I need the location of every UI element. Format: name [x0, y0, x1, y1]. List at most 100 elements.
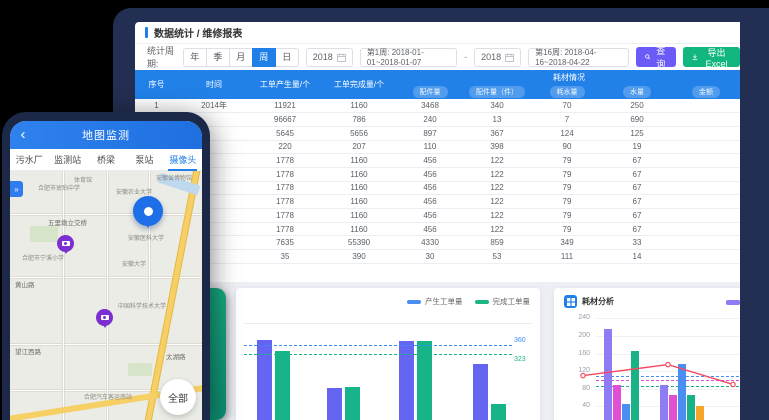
sub-col-header: 耗水量 [532, 85, 602, 99]
window-right-bezel [740, 8, 769, 420]
table-cell: 456 [398, 167, 462, 181]
legend-swatch[interactable] [726, 300, 740, 305]
start-year-picker[interactable]: 2018 [306, 48, 353, 67]
period-option[interactable]: 月 [229, 48, 253, 67]
legend-swatch [407, 300, 421, 304]
table-cell: 122 [462, 222, 532, 236]
reference-line: 360 [244, 345, 512, 346]
table-cell: 2014年 [178, 99, 250, 113]
table-cell: 67 [602, 222, 672, 236]
table-cell [672, 250, 740, 264]
table-cell [672, 236, 740, 250]
map-label: 中国科学技术大学 [118, 301, 166, 310]
phone-tab-label: 桥梁 [96, 149, 116, 171]
table-cell: 7635 [250, 236, 320, 250]
col-header: 时间 [178, 70, 250, 99]
camera-icon [62, 241, 70, 246]
y-axis-tick: 240 [554, 314, 590, 321]
y-axis-tick: 120 [554, 367, 590, 374]
map-label: 黄山路 [15, 279, 35, 289]
legend-item[interactable]: 产生工单量 [407, 296, 463, 307]
phone-tab-bar: 污水厂监测站桥梁泵站摄像头 [10, 149, 202, 171]
bar-series-0 [660, 385, 668, 420]
sub-col-header: 配件量（件） [462, 85, 532, 99]
camera-marker[interactable] [96, 309, 113, 326]
chart-title-icon [564, 295, 577, 308]
col-header: 工单完成量/个 [320, 70, 398, 99]
bar-完成工单量 [275, 351, 290, 420]
table-cell [672, 195, 740, 209]
table-row: 177811604561227967 [135, 222, 740, 236]
start-year-value: 2018 [313, 52, 333, 62]
table-cell: 122 [462, 181, 532, 195]
phone-tab-label: 摄像头 [168, 149, 197, 171]
table-row: 177811604561227967 [135, 181, 740, 195]
table-cell: 122 [462, 167, 532, 181]
period-segmented: 年季月周日 [183, 48, 299, 67]
consumable-chart-card: 耗材分析 2402001601208040 [554, 288, 740, 420]
period-option[interactable]: 日 [275, 48, 299, 67]
table-cell: 1160 [320, 195, 398, 209]
sub-col-pill: 配件量（件） [469, 86, 525, 98]
table-cell: 67 [602, 167, 672, 181]
legend-item[interactable]: 完成工单量 [475, 296, 531, 307]
phone-tab-监测站[interactable]: 监测站 [48, 149, 86, 170]
period-option[interactable]: 年 [183, 48, 207, 67]
all-filter-button[interactable]: 全部 [160, 379, 196, 415]
gridline [596, 318, 740, 319]
map-label: 安徽大学 [122, 259, 146, 268]
table-cell: 456 [398, 209, 462, 223]
table-cell: 367 [462, 126, 532, 140]
download-icon [692, 53, 698, 61]
table-cell: 1160 [320, 167, 398, 181]
end-week-range[interactable]: 第16周: 2018-04-16~2018-04-22 [528, 48, 629, 67]
query-button[interactable]: 查询 [636, 47, 676, 67]
export-excel-button[interactable]: 导出Excel [683, 47, 740, 67]
phone-tab-桥梁[interactable]: 桥梁 [87, 149, 125, 170]
table-cell: 456 [398, 222, 462, 236]
group-col-header: 耗材情况 [398, 70, 740, 85]
chevron-right-icon[interactable]: » [10, 181, 23, 197]
bar-完成工单量 [417, 341, 432, 420]
bar-series-3 [687, 395, 695, 420]
location-pin-selected[interactable] [133, 196, 163, 226]
period-option[interactable]: 周 [252, 48, 276, 67]
table-cell: 340 [462, 99, 532, 113]
table-cell: 79 [532, 181, 602, 195]
gridline [596, 336, 740, 337]
table-cell: 897 [398, 126, 462, 140]
table-cell: 111 [532, 250, 602, 264]
sub-col-pill: 配件量 [413, 86, 448, 98]
table-cell: 220 [250, 140, 320, 154]
camera-marker[interactable] [57, 235, 74, 252]
phone-tab-label: 污水厂 [15, 149, 44, 171]
table-cell [672, 222, 740, 236]
map-view[interactable]: 合肥市琥珀中学 体育馆 安徽农业大学 安徽省博物馆 五里墩立交桥 安徽医科大学 … [10, 171, 202, 420]
table-cell [672, 181, 740, 195]
map-label: 安徽农业大学 [116, 187, 152, 196]
table-cell: 1160 [320, 181, 398, 195]
table-cell: 55390 [320, 236, 398, 250]
table-cell: 390 [320, 250, 398, 264]
gridline [596, 354, 740, 355]
legend-label: 产生工单量 [425, 296, 463, 307]
end-year-picker[interactable]: 2018 [474, 48, 521, 67]
pin-dot [144, 207, 153, 216]
phone-tab-泵站[interactable]: 泵站 [125, 149, 163, 170]
reference-line-label: 360 [514, 337, 538, 344]
back-icon[interactable]: ‹ [10, 122, 36, 148]
breadcrumb: 数据统计 / 维修报表 [135, 22, 740, 44]
table-row: 2202071103989019 [135, 140, 740, 154]
table-cell: 67 [602, 209, 672, 223]
start-week-range[interactable]: 第1周: 2018-01-01~2018-01-07 [360, 48, 457, 67]
phone-tab-污水厂[interactable]: 污水厂 [10, 149, 48, 170]
calendar-icon [505, 53, 514, 62]
period-option[interactable]: 季 [206, 48, 230, 67]
phone-tab-摄像头[interactable]: 摄像头 [164, 149, 202, 170]
map-label: 五里墩立交桥 [48, 217, 87, 227]
table-cell: 456 [398, 195, 462, 209]
phone-screen: ‹ 地图监测 污水厂监测站桥梁泵站摄像头 合肥市琥珀中学 体育馆 安徽农业大学 … [10, 121, 202, 420]
table-row: 177811604561227967 [135, 154, 740, 168]
table-cell: 1778 [250, 181, 320, 195]
table-row: 177811604561227967 [135, 195, 740, 209]
